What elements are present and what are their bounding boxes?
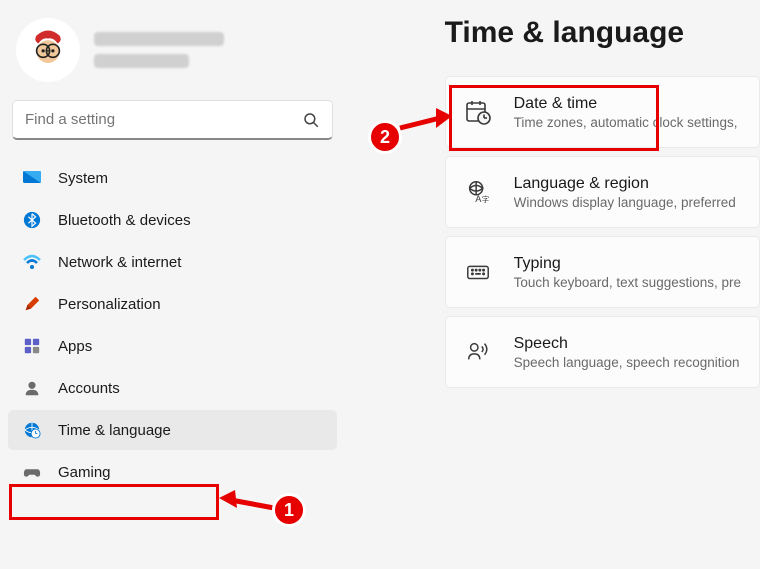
- accounts-icon: [22, 378, 42, 398]
- profile-area[interactable]: [8, 12, 337, 96]
- sidebar-item-system[interactable]: System: [8, 158, 337, 198]
- card-title: Language & region: [514, 175, 736, 193]
- time-language-icon: [22, 420, 42, 440]
- sidebar-item-network[interactable]: Network & internet: [8, 242, 337, 282]
- sidebar-nav: System Bluetooth & devices Network & int…: [8, 158, 337, 492]
- gaming-icon: [22, 462, 42, 482]
- sidebar: System Bluetooth & devices Network & int…: [0, 0, 345, 569]
- sidebar-item-label: Time & language: [58, 422, 171, 439]
- speech-icon: [464, 338, 492, 366]
- profile-text-redacted: [94, 32, 224, 68]
- card-title: Typing: [514, 255, 741, 273]
- date-time-icon: [464, 98, 492, 126]
- card-date-time[interactable]: Date & time Time zones, automatic clock …: [445, 76, 760, 148]
- sidebar-item-label: System: [58, 170, 108, 187]
- search-icon: [302, 111, 320, 129]
- personalization-icon: [22, 294, 42, 314]
- sidebar-item-accounts[interactable]: Accounts: [8, 368, 337, 408]
- card-title: Speech: [514, 335, 740, 353]
- sidebar-item-label: Bluetooth & devices: [58, 212, 191, 229]
- avatar[interactable]: [16, 18, 80, 82]
- card-subtitle: Speech language, speech recognition: [514, 355, 740, 370]
- bluetooth-icon: [22, 210, 42, 230]
- apps-icon: [22, 336, 42, 356]
- card-subtitle: Time zones, automatic clock settings,: [514, 115, 738, 130]
- search-box[interactable]: [12, 100, 333, 140]
- typing-icon: [464, 258, 492, 286]
- settings-cards: Date & time Time zones, automatic clock …: [445, 76, 760, 388]
- card-subtitle: Touch keyboard, text suggestions, pre: [514, 275, 741, 290]
- avatar-image: [22, 24, 74, 76]
- card-speech[interactable]: Speech Speech language, speech recogniti…: [445, 316, 760, 388]
- card-title: Date & time: [514, 95, 738, 113]
- card-language-region[interactable]: A 字 Language & region Windows display la…: [445, 156, 760, 228]
- sidebar-item-time-language[interactable]: Time & language: [8, 410, 337, 450]
- sidebar-item-apps[interactable]: Apps: [8, 326, 337, 366]
- card-subtitle: Windows display language, preferred: [514, 195, 736, 210]
- sidebar-item-label: Accounts: [58, 380, 120, 397]
- sidebar-item-label: Apps: [58, 338, 92, 355]
- system-icon: [22, 168, 42, 188]
- sidebar-item-gaming[interactable]: Gaming: [8, 452, 337, 492]
- sidebar-item-bluetooth[interactable]: Bluetooth & devices: [8, 200, 337, 240]
- sidebar-item-label: Network & internet: [58, 254, 181, 271]
- svg-text:字: 字: [481, 194, 488, 204]
- sidebar-item-label: Personalization: [58, 296, 161, 313]
- search-input[interactable]: [25, 111, 302, 128]
- sidebar-item-label: Gaming: [58, 464, 111, 481]
- network-icon: [22, 252, 42, 272]
- language-region-icon: A 字: [464, 178, 492, 206]
- sidebar-item-personalization[interactable]: Personalization: [8, 284, 337, 324]
- card-typing[interactable]: Typing Touch keyboard, text suggestions,…: [445, 236, 760, 308]
- main-content: Time & language Date & time Time zones, …: [345, 0, 760, 569]
- page-title: Time & language: [445, 16, 760, 50]
